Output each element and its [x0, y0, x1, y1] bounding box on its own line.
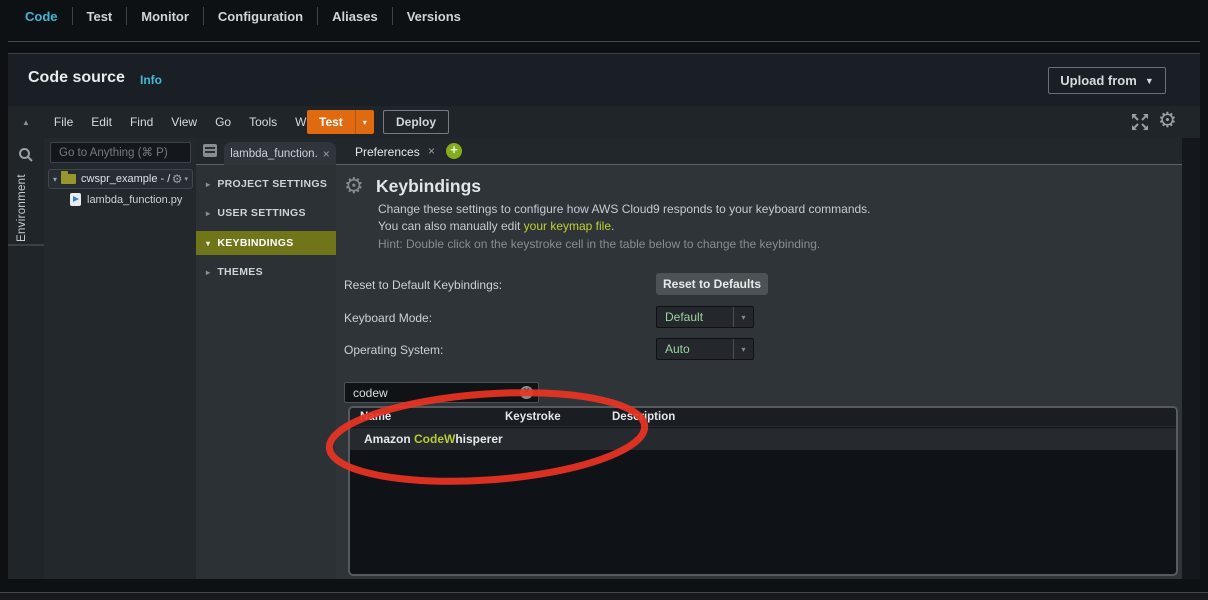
clear-search-icon[interactable]: ×	[520, 386, 533, 399]
folder-icon	[61, 174, 76, 184]
python-file-icon	[70, 193, 81, 206]
operating-system-label: Operating System:	[344, 343, 443, 357]
tab-list-icon[interactable]	[203, 144, 217, 157]
tab-versions[interactable]: Versions	[393, 9, 475, 24]
reset-to-defaults-button[interactable]: Reset to Defaults	[656, 273, 768, 295]
new-tab-button[interactable]: +	[446, 143, 462, 159]
row-name-text: Amazon	[364, 432, 414, 446]
tab-label: lambda_function.	[230, 148, 318, 160]
sidebar-item-label: KEYBINDINGS	[217, 237, 293, 249]
sidebar-item-themes[interactable]: ▸ THEMES	[196, 261, 336, 283]
sidebar-item-environment[interactable]: Environment	[16, 160, 28, 242]
tree-expand-icon[interactable]: ▾	[53, 175, 57, 184]
folder-name: cwspr_example - /	[81, 173, 172, 185]
editor-tabstrip: lambda_function. × Preferences × +	[196, 138, 1190, 165]
keyboard-mode-label: Keyboard Mode:	[344, 311, 432, 325]
sidebar-item-project-settings[interactable]: ▸ PROJECT SETTINGS	[196, 173, 336, 195]
menu-list: File Edit Find View Go Tools Window	[45, 115, 347, 129]
chevron-right-icon: ▸	[206, 180, 210, 189]
chevron-down-icon[interactable]: ▾	[733, 307, 753, 327]
tab-lambda-function[interactable]: lambda_function. ×	[224, 142, 336, 165]
tab-test[interactable]: Test	[73, 9, 127, 24]
chevron-down-icon: ▾	[184, 175, 188, 183]
chevron-right-icon: ▸	[206, 268, 210, 277]
operating-system-select[interactable]: Auto ▾	[656, 338, 754, 360]
upload-from-label: Upload from	[1060, 73, 1137, 88]
test-dropdown-arrow[interactable]: ▾	[355, 110, 374, 134]
keybindings-table: Name Keystroke Description Amazon CodeWh…	[348, 406, 1178, 576]
keybindings-search-input[interactable]	[344, 382, 539, 403]
selected-value: Auto	[657, 339, 733, 359]
sidebar-item-label: THEMES	[217, 266, 263, 278]
tab-code[interactable]: Code	[25, 9, 72, 24]
ide-menubar: ▲ File Edit Find View Go Tools Window Te…	[8, 106, 1200, 138]
editor-area: lambda_function. × Preferences × + ▸ PRO…	[196, 138, 1190, 579]
fullscreen-expand-icon[interactable]	[1130, 112, 1150, 132]
chevron-down-icon: ▾	[206, 239, 210, 248]
menu-tools[interactable]: Tools	[240, 115, 286, 129]
tab-configuration[interactable]: Configuration	[204, 9, 317, 24]
selected-value: Default	[657, 307, 733, 327]
description-text: You can also manually edit	[378, 219, 524, 233]
folder-settings-gear-icon[interactable]: ⚙	[172, 172, 183, 186]
search-match-text: CodeW	[414, 432, 455, 446]
column-header-name: Name	[360, 411, 391, 423]
sidebar-item-label: USER SETTINGS	[217, 207, 306, 219]
table-row-amazon-codewhisperer[interactable]: Amazon CodeWhisperer	[350, 428, 1176, 450]
collapse-panel-icon[interactable]: ▲	[22, 118, 30, 127]
goto-anything-input[interactable]	[50, 142, 191, 163]
preferences-sidebar: ▸ PROJECT SETTINGS ▸ USER SETTINGS ▾ KEY…	[196, 165, 336, 579]
page-title: Code source	[28, 69, 125, 87]
tab-aliases[interactable]: Aliases	[318, 9, 392, 24]
table-header: Name Keystroke Description	[350, 408, 1176, 427]
function-tabs: Code Test Monitor Configuration Aliases …	[0, 0, 1208, 32]
close-icon[interactable]: ×	[323, 147, 330, 161]
deploy-button[interactable]: Deploy	[383, 110, 449, 134]
section-title: Keybindings	[376, 176, 481, 197]
tab-preferences[interactable]: Preferences	[355, 145, 420, 159]
sidebar-item-keybindings[interactable]: ▾ KEYBINDINGS	[196, 231, 336, 255]
column-header-description: Description	[612, 411, 675, 423]
gear-icon[interactable]: ⚙	[1158, 108, 1177, 133]
hint-text: Hint: Double click on the keystroke cell…	[378, 237, 820, 251]
test-split-button[interactable]: Test ▾	[307, 110, 374, 134]
menu-file[interactable]: File	[45, 115, 82, 129]
bottom-strip	[0, 593, 1208, 600]
tree-folder-row[interactable]: ▾ cwspr_example - / ⚙ ▾	[48, 169, 193, 189]
gear-icon: ⚙	[344, 173, 364, 199]
test-button-label[interactable]: Test	[307, 110, 355, 134]
left-icon-strip: Environment	[8, 138, 44, 579]
menu-go[interactable]: Go	[206, 115, 240, 129]
column-header-keystroke: Keystroke	[505, 411, 561, 423]
reset-keybindings-label: Reset to Default Keybindings:	[344, 278, 502, 292]
upload-from-button[interactable]: Upload from ▼	[1048, 67, 1166, 94]
row-name-text: hisperer	[455, 432, 502, 446]
file-name: lambda_function.py	[87, 194, 182, 206]
chevron-down-icon[interactable]: ▾	[733, 339, 753, 359]
keymap-file-link[interactable]: your keymap file	[524, 219, 611, 233]
environment-tab-underline	[8, 244, 44, 246]
keyboard-mode-select[interactable]: Default ▾	[656, 306, 754, 328]
keybindings-panel: ⚙ Keybindings Change these settings to c…	[336, 165, 1172, 579]
sidebar-item-label: PROJECT SETTINGS	[217, 178, 327, 190]
tab-monitor[interactable]: Monitor	[127, 9, 203, 24]
editor-right-gutter	[1182, 138, 1200, 579]
description-line: Change these settings to configure how A…	[378, 202, 871, 216]
code-source-panel: Code source Info Upload from ▼ ▲ File Ed…	[8, 53, 1200, 578]
file-explorer: ▾ cwspr_example - / ⚙ ▾ lambda_function.…	[44, 138, 196, 579]
chevron-down-icon: ▼	[1145, 76, 1154, 86]
chevron-right-icon: ▸	[206, 209, 210, 218]
info-link[interactable]: Info	[140, 73, 162, 87]
menu-view[interactable]: View	[162, 115, 206, 129]
tree-file-row[interactable]: lambda_function.py	[70, 193, 182, 206]
description-line: You can also manually edit your keymap f…	[378, 219, 614, 233]
sidebar-item-user-settings[interactable]: ▸ USER SETTINGS	[196, 202, 336, 224]
horizontal-divider	[8, 41, 1200, 42]
menu-edit[interactable]: Edit	[82, 115, 121, 129]
close-icon[interactable]: ×	[428, 144, 435, 158]
menu-find[interactable]: Find	[121, 115, 162, 129]
description-text: .	[611, 219, 614, 233]
